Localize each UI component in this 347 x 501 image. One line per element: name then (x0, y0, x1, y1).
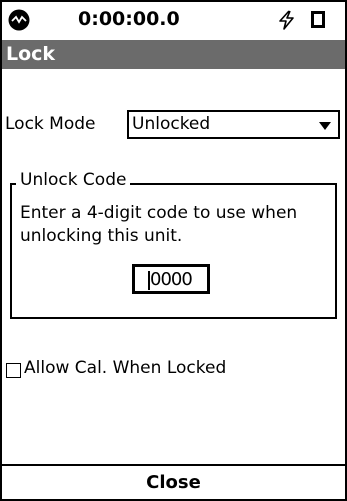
unlock-code-input[interactable]: 0000 (132, 264, 210, 294)
title-bar: Lock (2, 40, 345, 69)
lock-mode-label: Lock Mode (5, 114, 96, 134)
close-button[interactable]: Close (2, 466, 345, 499)
lightning-icon (279, 10, 294, 30)
device-logo-icon (8, 9, 30, 31)
unlock-code-group-label: Unlock Code (16, 170, 131, 190)
unlock-code-description: Enter a 4-digit code to use when unlocki… (20, 203, 298, 246)
allow-cal-label[interactable]: Allow Cal. When Locked (24, 358, 226, 378)
lock-mode-value: Unlocked (132, 114, 211, 134)
unlock-code-value: 0000 (150, 269, 193, 290)
battery-icon (311, 11, 325, 28)
status-bar: 0:00:00.0 (2, 2, 345, 40)
page-title: Lock (6, 43, 56, 65)
lock-screen: 0:00:00.0 Lock Lock Mode Unlocked Unlock… (0, 0, 347, 501)
elapsed-timer: 0:00:00.0 (78, 8, 180, 30)
lock-mode-select[interactable]: Unlocked (127, 110, 340, 139)
chevron-down-icon[interactable] (319, 122, 331, 130)
allow-cal-checkbox[interactable] (6, 363, 21, 378)
